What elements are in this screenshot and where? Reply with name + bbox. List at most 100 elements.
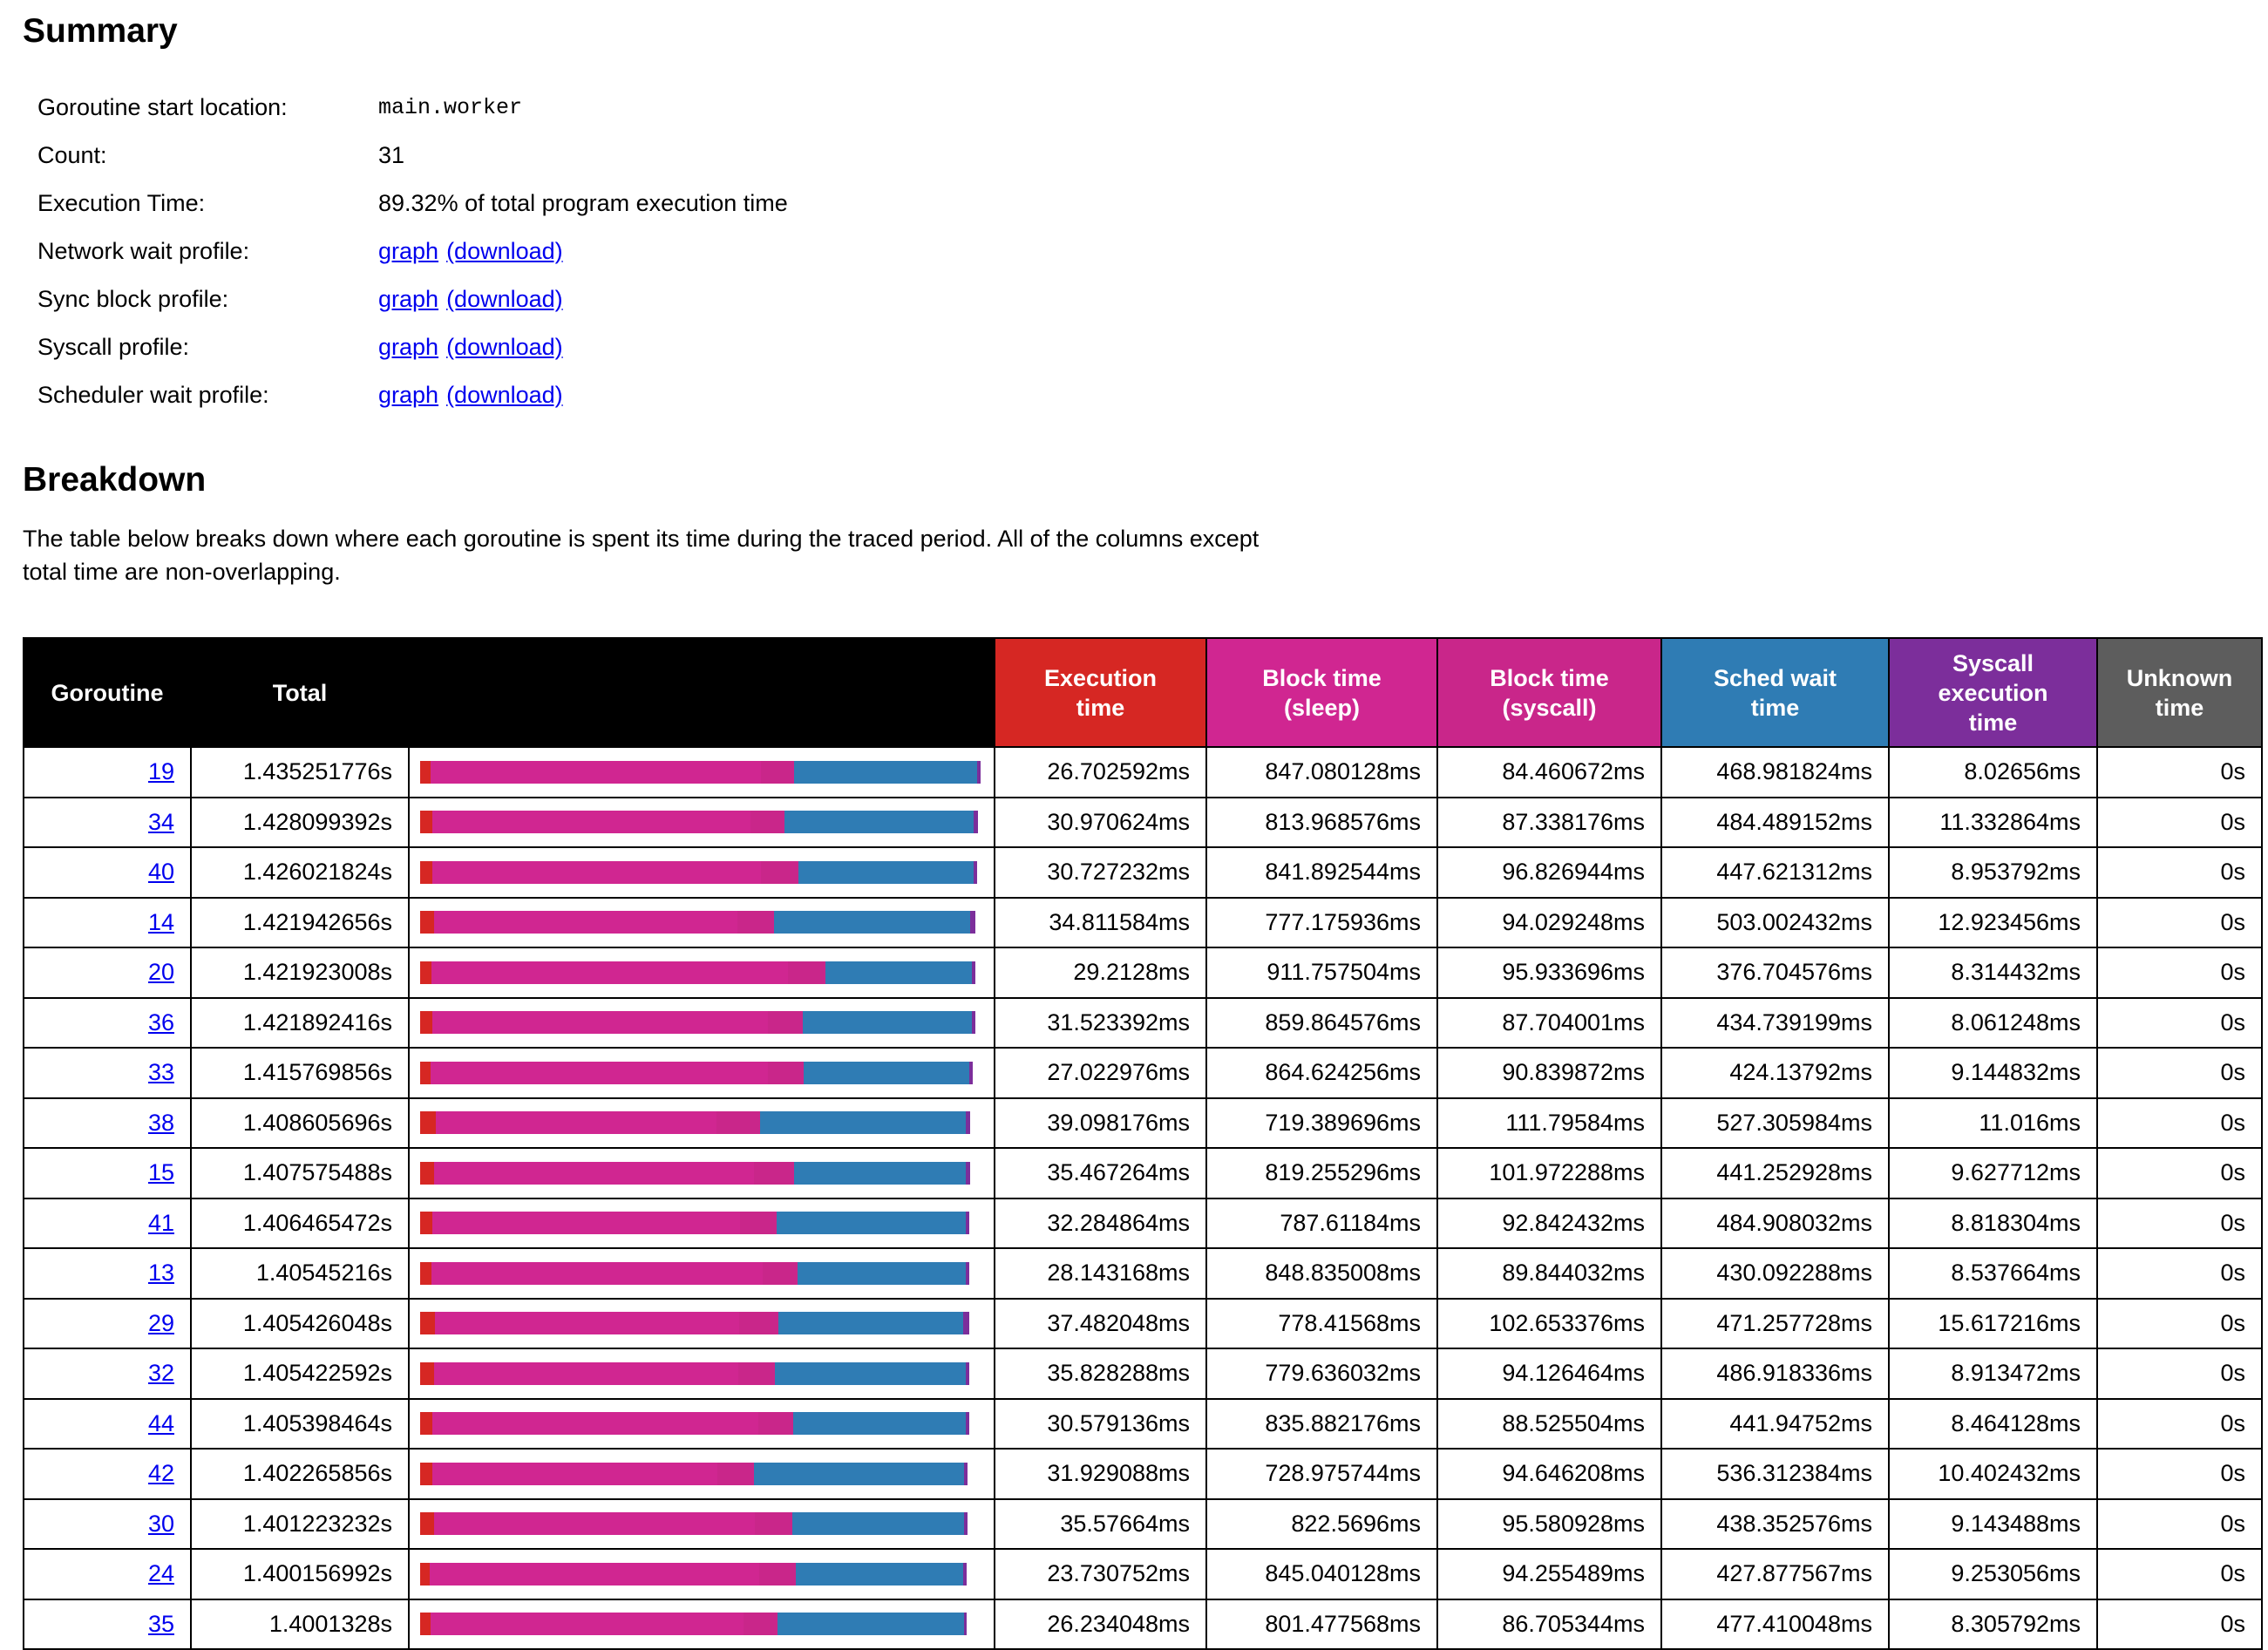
sleep-bar-segment (431, 1613, 744, 1635)
sleep-bar-segment (432, 1212, 740, 1234)
goroutine-link[interactable]: 13 (148, 1260, 174, 1286)
scheduler-wait-graph-link[interactable]: graph (378, 382, 438, 409)
syscall-bar-segment (750, 811, 784, 833)
total-time-cell: 1.428099392s (191, 798, 409, 848)
summary-label-execution-time: Execution Time: (37, 180, 378, 227)
total-time-cell: 1.40545216s (191, 1248, 409, 1299)
sleep-bar-segment (432, 1011, 768, 1034)
table-row: 401.426021824s30.727232ms841.892544ms96.… (24, 847, 2262, 898)
summary-value-sync-block-profile: graph (download) (378, 275, 2245, 323)
goroutine-link[interactable]: 35 (148, 1611, 174, 1637)
goroutine-link[interactable]: 15 (148, 1159, 174, 1185)
goroutine-link[interactable]: 38 (148, 1110, 174, 1136)
unknown-time-cell: 0s (2097, 998, 2262, 1049)
time-breakdown-bar-cell (409, 847, 995, 898)
execution-time-cell: 23.730752ms (995, 1549, 1206, 1599)
unknown-time-cell: 0s (2097, 1549, 2262, 1599)
time-breakdown-bar (420, 1412, 994, 1435)
sched-wait-time-cell: 441.94752ms (1661, 1399, 1889, 1450)
syscall-bar-segment (739, 1312, 779, 1334)
block-time-syscall-cell: 86.705344ms (1437, 1599, 1661, 1650)
goroutine-link[interactable]: 29 (148, 1310, 174, 1336)
scheduler-wait-download-link[interactable]: (download) (446, 382, 563, 409)
sched-bar-segment (825, 961, 973, 984)
time-breakdown-bar (420, 1312, 994, 1334)
syscall-graph-link[interactable]: graph (378, 334, 438, 361)
breakdown-heading: Breakdown (23, 461, 2245, 499)
goroutine-link[interactable]: 34 (148, 809, 174, 835)
goroutine-link[interactable]: 33 (148, 1059, 174, 1085)
block-time-sleep-cell: 787.61184ms (1206, 1198, 1437, 1249)
syscall-exec-bar-segment (972, 961, 975, 984)
block-time-syscall-cell: 102.653376ms (1437, 1299, 1661, 1349)
total-time-cell: 1.426021824s (191, 847, 409, 898)
goroutine-id-cell: 24 (24, 1549, 191, 1599)
unknown-time-cell: 0s (2097, 1048, 2262, 1098)
sched-bar-segment (793, 1412, 966, 1435)
goroutine-link[interactable]: 30 (148, 1511, 174, 1537)
total-time-cell: 1.4001328s (191, 1599, 409, 1650)
summary-value-execution-time: 89.32% of total program execution time (378, 180, 2245, 227)
sleep-bar-segment (432, 861, 761, 884)
syscall-execution-time-cell: 8.913472ms (1889, 1348, 2097, 1399)
goroutine-link[interactable]: 44 (148, 1410, 174, 1436)
sync-block-graph-link[interactable]: graph (378, 286, 438, 313)
sched-bar-segment (804, 1062, 969, 1084)
goroutine-link[interactable]: 32 (148, 1360, 174, 1386)
syscall-bar-segment (758, 1412, 793, 1435)
goroutine-id-cell: 20 (24, 947, 191, 998)
unknown-time-cell: 0s (2097, 747, 2262, 798)
goroutine-link[interactable]: 36 (148, 1009, 174, 1035)
sched-bar-segment (754, 1463, 963, 1485)
goroutine-link[interactable]: 24 (148, 1560, 174, 1586)
exec-bar-segment (420, 1212, 432, 1234)
syscall-execution-time-cell: 9.143488ms (1889, 1499, 2097, 1550)
syscall-exec-bar-segment (966, 1212, 969, 1234)
goroutine-link[interactable]: 19 (148, 758, 174, 784)
sched-bar-segment (775, 1362, 965, 1385)
time-breakdown-bar-cell (409, 747, 995, 798)
goroutine-link[interactable]: 20 (148, 959, 174, 985)
goroutine-link[interactable]: 40 (148, 859, 174, 885)
block-time-syscall-cell: 92.842432ms (1437, 1198, 1661, 1249)
total-time-cell: 1.415769856s (191, 1048, 409, 1098)
block-time-syscall-cell: 95.933696ms (1437, 947, 1661, 998)
time-breakdown-bar-cell (409, 998, 995, 1049)
sched-wait-time-cell: 484.489152ms (1661, 798, 1889, 848)
time-breakdown-bar (420, 1062, 994, 1084)
block-time-sleep-cell: 728.975744ms (1206, 1449, 1437, 1499)
sleep-bar-segment (431, 961, 787, 984)
network-wait-download-link[interactable]: (download) (446, 238, 563, 265)
summary-label-sync-block-profile: Sync block profile: (37, 275, 378, 323)
execution-time-cell: 26.702592ms (995, 747, 1206, 798)
block-time-sleep-cell: 845.040128ms (1206, 1549, 1437, 1599)
syscall-bar-segment (761, 861, 798, 884)
block-time-sleep-cell: 864.624256ms (1206, 1048, 1437, 1098)
total-time-cell: 1.421892416s (191, 998, 409, 1049)
time-breakdown-bar (420, 1613, 994, 1635)
syscall-download-link[interactable]: (download) (446, 334, 563, 361)
block-time-syscall-cell: 94.646208ms (1437, 1449, 1661, 1499)
sched-wait-time-cell: 427.877567ms (1661, 1549, 1889, 1599)
syscall-execution-time-cell: 9.627712ms (1889, 1148, 2097, 1198)
time-breakdown-bar (420, 911, 994, 934)
goroutine-id-cell: 30 (24, 1499, 191, 1550)
goroutine-link[interactable]: 42 (148, 1460, 174, 1486)
sched-bar-segment (798, 1262, 966, 1285)
sync-block-download-link[interactable]: (download) (446, 286, 563, 313)
exec-bar-segment (420, 1111, 436, 1134)
goroutine-id-cell: 38 (24, 1098, 191, 1149)
time-breakdown-bar-cell (409, 898, 995, 948)
sched-wait-time-cell: 471.257728ms (1661, 1299, 1889, 1349)
sleep-bar-segment (431, 761, 762, 784)
sched-bar-segment (778, 1613, 964, 1635)
sched-bar-segment (784, 811, 974, 833)
syscall-exec-bar-segment (966, 1412, 969, 1435)
block-time-sleep-cell: 777.175936ms (1206, 898, 1437, 948)
total-time-cell: 1.407575488s (191, 1148, 409, 1198)
goroutine-link[interactable]: 41 (148, 1210, 174, 1236)
goroutine-link[interactable]: 14 (148, 909, 174, 935)
table-row: 201.421923008s29.2128ms911.757504ms95.93… (24, 947, 2262, 998)
sched-bar-segment (777, 1212, 966, 1234)
network-wait-graph-link[interactable]: graph (378, 238, 438, 265)
